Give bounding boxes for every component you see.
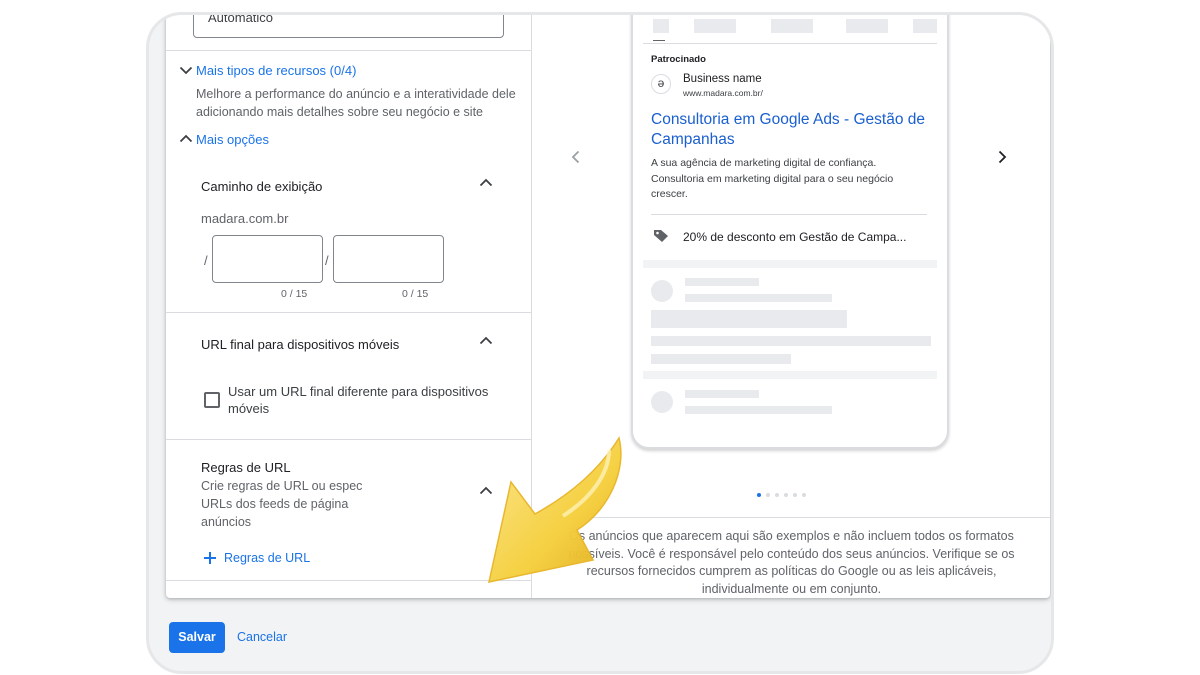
more-options-toggle[interactable]: Mais opções — [178, 131, 269, 147]
url-rules-desc-line: Crie regras de URL ou espec — [201, 479, 363, 493]
carousel-dot[interactable] — [793, 493, 797, 497]
phone-screen: Patrocinado ə Business name www.madara.c… — [643, 15, 937, 430]
promo-extension: 20% de desconto em Gestão de Campa... — [683, 230, 907, 244]
placeholder-block — [771, 19, 813, 33]
chevron-left-icon[interactable] — [568, 149, 584, 165]
placeholder-block — [913, 19, 937, 33]
url-rules-desc-line: anúncios — [201, 515, 252, 529]
placeholder-line — [685, 406, 832, 414]
placeholder-avatar — [651, 391, 673, 413]
mobile-url-checkbox-label[interactable]: Usar um URL final diferente para disposi… — [228, 383, 498, 417]
divider — [166, 312, 532, 313]
path2-input[interactable] — [333, 235, 444, 283]
more-options-link[interactable]: Mais opções — [196, 132, 269, 147]
carousel-dot[interactable] — [757, 493, 761, 497]
placeholder-line — [651, 336, 931, 346]
collapse-chevron-icon[interactable] — [478, 483, 494, 499]
path1-input[interactable] — [212, 235, 323, 283]
path1-counter: 0 / 15 — [281, 288, 308, 300]
more-resources-link[interactable]: Mais tipos de recursos (0/4) — [196, 63, 356, 78]
display-path-title: Caminho de exibição — [201, 179, 323, 194]
business-logo: ə — [651, 74, 671, 94]
placeholder-block — [653, 19, 669, 33]
collapse-chevron-icon[interactable] — [478, 333, 494, 349]
mobile-url-title: URL final para dispositivos móveis — [201, 337, 400, 352]
tag-icon — [654, 230, 668, 242]
ad-preview-panel: Patrocinado ə Business name www.madara.c… — [533, 15, 1050, 598]
ad-description: A sua agência de marketing digital de co… — [651, 157, 894, 200]
placeholder-block — [694, 19, 736, 33]
ad-option-select[interactable]: Automático — [193, 15, 504, 38]
preview-disclaimer: Os anúncios que aparecem aqui são exempl… — [568, 529, 1015, 596]
divider — [533, 517, 1050, 518]
placeholder-line — [685, 278, 759, 286]
chevron-up-icon — [179, 134, 193, 143]
save-button[interactable]: Salvar — [169, 622, 225, 653]
divider — [166, 580, 532, 581]
placeholder-line — [685, 294, 832, 302]
carousel-dot[interactable] — [802, 493, 806, 497]
carousel-dot[interactable] — [784, 493, 788, 497]
placeholder-line — [651, 310, 847, 328]
chevron-down-icon — [179, 66, 193, 75]
carousel-dots[interactable] — [757, 484, 811, 502]
path2-counter: 0 / 15 — [402, 288, 429, 300]
divider — [651, 214, 927, 215]
url-rules-title: Regras de URL — [201, 460, 291, 475]
url-rules-desc-line: URLs dos feeds de página — [201, 497, 349, 511]
placeholder-block — [846, 19, 888, 33]
ad-editor-card: Automático Mais tipos de recursos (0/4) … — [166, 15, 1050, 598]
carousel-dot[interactable] — [775, 493, 779, 497]
business-url: www.madara.com.br/ — [683, 88, 763, 98]
path-separator: / — [325, 253, 329, 268]
divider — [166, 50, 532, 51]
url-rules-description: Crie regras de URL ou espec URLs dos fee… — [201, 477, 461, 531]
more-resources-toggle[interactable]: Mais tipos de recursos (0/4) — [178, 62, 356, 78]
phone-mockup: Patrocinado ə Business name www.madara.c… — [631, 15, 949, 449]
ad-headline[interactable]: Consultoria em Google Ads - Gestão de Ca… — [651, 110, 931, 150]
section-gap — [643, 260, 937, 268]
mobile-url-checkbox[interactable] — [204, 392, 220, 408]
placeholder-line — [651, 354, 791, 364]
plus-icon — [204, 552, 216, 564]
collapse-chevron-icon[interactable] — [478, 175, 494, 191]
path-separator: / — [204, 253, 208, 268]
app-frame: Automático Mais tipos de recursos (0/4) … — [146, 12, 1054, 674]
placeholder-line — [685, 390, 759, 398]
chevron-right-icon[interactable] — [994, 149, 1010, 165]
cancel-button[interactable]: Cancelar — [237, 630, 287, 644]
placeholder-avatar — [651, 280, 673, 302]
business-name: Business name — [683, 73, 762, 85]
divider — [166, 439, 532, 440]
ad-settings-panel: Automático Mais tipos de recursos (0/4) … — [166, 15, 532, 598]
more-resources-description: Melhore a performance do anúncio e a int… — [196, 87, 516, 119]
carousel-dot[interactable] — [766, 493, 770, 497]
tab-indicator — [653, 40, 665, 41]
section-gap — [643, 371, 937, 379]
divider — [643, 43, 937, 44]
sponsored-label: Patrocinado — [651, 54, 706, 65]
display-path-domain: madara.com.br — [201, 211, 289, 226]
add-url-rules-label: Regras de URL — [224, 551, 311, 565]
add-url-rules-button[interactable]: Regras de URL — [203, 551, 310, 565]
